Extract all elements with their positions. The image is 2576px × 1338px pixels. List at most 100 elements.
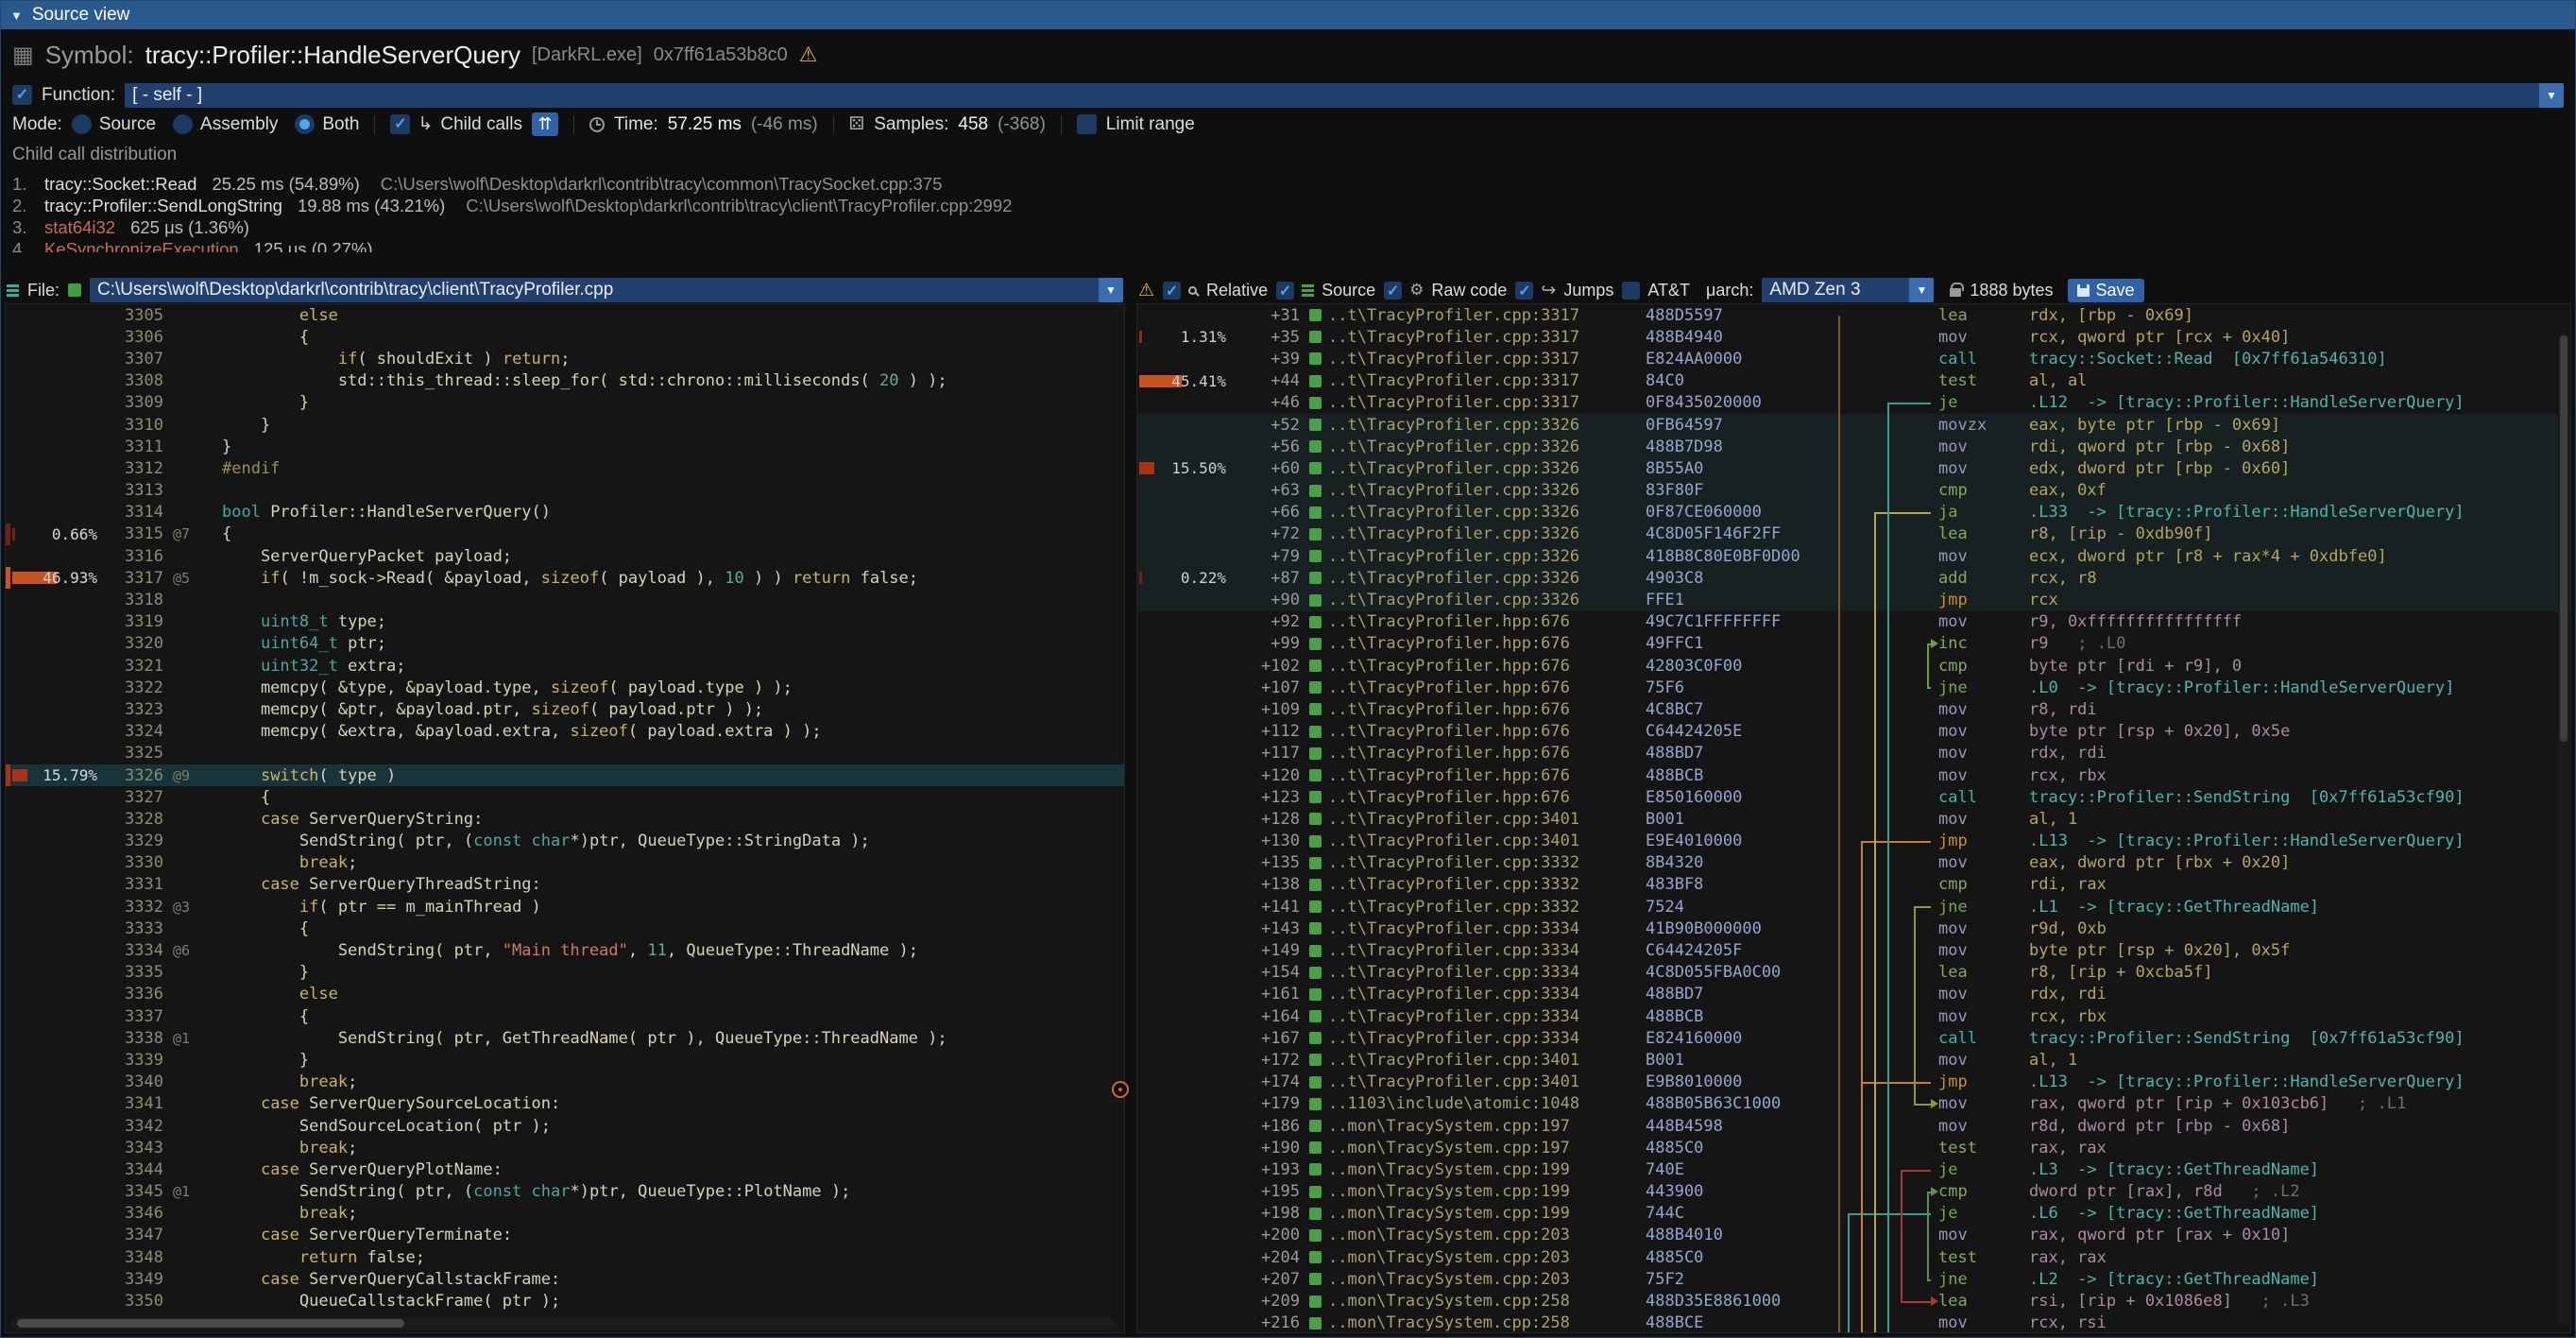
- source-line[interactable]: 3349 case ServerQueryCallstackFrame:: [6, 1268, 1124, 1290]
- source-line[interactable]: 3333 {: [6, 918, 1124, 939]
- file-combo[interactable]: C:\Users\wolf\Desktop\darkrl\contrib\tra…: [90, 278, 1123, 302]
- asm-row[interactable]: +141..t\TracyProfiler.cpp:33327524jne.L1…: [1137, 896, 2570, 918]
- asm-row[interactable]: +200..mon\TracySystem.cpp:203488B4010mov…: [1137, 1225, 2570, 1246]
- source-line[interactable]: 3329 SendString( ptr, (const char*)ptr, …: [6, 831, 1124, 852]
- function-checkbox[interactable]: [12, 85, 32, 105]
- asm-row[interactable]: +130..t\TracyProfiler.cpp:3401E9E4010000…: [1137, 831, 2570, 852]
- source-line[interactable]: 3319 uint8_t type;: [6, 611, 1124, 633]
- source-line[interactable]: 3323 memcpy( &ptr, &payload.ptr, sizeof(…: [6, 698, 1124, 720]
- child-call-item[interactable]: 4.KeSynchronizeExecution125 μs (0.27%): [12, 238, 2564, 252]
- asm-row[interactable]: +72..t\TracyProfiler.cpp:33264C8D05F146F…: [1137, 523, 2570, 545]
- asm-row[interactable]: +204..mon\TracySystem.cpp:2034885C0testr…: [1137, 1246, 2570, 1268]
- asm-row[interactable]: +112..t\TracyProfiler.hpp:676C64424205Em…: [1137, 721, 2570, 743]
- asm-row[interactable]: +164..t\TracyProfiler.cpp:3334488BCBmovr…: [1137, 1005, 2570, 1027]
- jumps-checkbox[interactable]: [1515, 282, 1533, 300]
- source-line[interactable]: 3325: [6, 743, 1124, 764]
- asm-row[interactable]: +117..t\TracyProfiler.hpp:676488BD7movrd…: [1137, 743, 2570, 764]
- scrollbar-thumb[interactable]: [2560, 335, 2567, 742]
- source-line[interactable]: 3313: [6, 480, 1124, 502]
- relative-checkbox[interactable]: [1163, 282, 1181, 300]
- source-line[interactable]: 3347 case ServerQueryTerminate:: [6, 1225, 1124, 1246]
- asm-row[interactable]: +107..t\TracyProfiler.hpp:67675F6jne.L0 …: [1137, 677, 2570, 698]
- source-line[interactable]: 3339 }: [6, 1049, 1124, 1071]
- asm-row[interactable]: +190..mon\TracySystem.cpp:1974885C0testr…: [1137, 1137, 2570, 1158]
- child-call-item[interactable]: 1.tracy::Socket::Read25.25 ms (54.89%)C:…: [12, 173, 2564, 195]
- source-line[interactable]: 3335 }: [6, 962, 1124, 984]
- asm-row[interactable]: +216..mon\TracySystem.cpp:258488BCEmovrc…: [1137, 1312, 2570, 1333]
- source-line[interactable]: 0.66%3315@7{: [6, 523, 1124, 545]
- asm-row[interactable]: +207..mon\TracySystem.cpp:20375F2jne.L2 …: [1137, 1268, 2570, 1290]
- asm-row[interactable]: +172..t\TracyProfiler.cpp:3401B001moval,…: [1137, 1049, 2570, 1071]
- source-line[interactable]: 3316 ServerQueryPacket payload;: [6, 545, 1124, 567]
- source-line[interactable]: 46.93%3317@5 if( !m_sock->Read( &payload…: [6, 567, 1124, 589]
- raw-code-toggle[interactable]: ⚙ Raw code: [1384, 281, 1507, 300]
- limit-range-checkbox[interactable]: [1077, 114, 1097, 134]
- asm-row[interactable]: +149..t\TracyProfiler.cpp:3334C64424205F…: [1137, 939, 2570, 961]
- relative-toggle[interactable]: Relative: [1163, 281, 1268, 300]
- asm-row[interactable]: +128..t\TracyProfiler.cpp:3401B001moval,…: [1137, 808, 2570, 830]
- source-code-view[interactable]: 3305 else3306 {3307 if( shouldExit ) ret…: [5, 303, 1125, 1333]
- mode-option-assembly[interactable]: Assembly: [173, 114, 278, 135]
- asm-row[interactable]: +66..t\TracyProfiler.cpp:33260F87CE06000…: [1137, 502, 2570, 523]
- asm-row[interactable]: +209..mon\TracySystem.cpp:258488D35E8861…: [1137, 1290, 2570, 1312]
- source-line[interactable]: 3344 case ServerQueryPlotName:: [6, 1158, 1124, 1180]
- window-titlebar[interactable]: ▼ Source view: [1, 1, 2575, 29]
- source-horizontal-scrollbar[interactable]: [11, 1317, 1115, 1329]
- source-line[interactable]: 3328 case ServerQueryString:: [6, 808, 1124, 830]
- save-button[interactable]: Save: [2068, 279, 2144, 302]
- source-line[interactable]: 3306 {: [6, 326, 1124, 348]
- function-combo[interactable]: [ - self - ] ▼: [125, 83, 2564, 108]
- collapse-icon[interactable]: ▼: [10, 9, 23, 23]
- asm-row[interactable]: +46..t\TracyProfiler.cpp:33170F843502000…: [1137, 392, 2570, 414]
- att-toggle[interactable]: AT&T: [1622, 281, 1690, 300]
- asm-row[interactable]: +193..mon\TracySystem.cpp:199740Eje.L3 -…: [1137, 1158, 2570, 1180]
- asm-row[interactable]: 0.22%+87..t\TracyProfiler.cpp:33264903C8…: [1137, 567, 2570, 589]
- source-line[interactable]: 3331 case ServerQueryThreadString:: [6, 874, 1124, 896]
- asm-row[interactable]: +123..t\TracyProfiler.hpp:676E850160000c…: [1137, 786, 2570, 808]
- source-line[interactable]: 3327 {: [6, 786, 1124, 808]
- asm-row[interactable]: +92..t\TracyProfiler.hpp:67649C7C1FFFFFF…: [1137, 611, 2570, 633]
- asm-row[interactable]: +143..t\TracyProfiler.cpp:333441B90B0000…: [1137, 918, 2570, 939]
- child-calls-toggle[interactable]: ↳ Child calls: [390, 113, 522, 135]
- child-call-item[interactable]: 3.stat64i32625 μs (1.36%): [12, 216, 2564, 238]
- asm-row[interactable]: +109..t\TracyProfiler.hpp:6764C8BC7movr8…: [1137, 698, 2570, 720]
- source-line[interactable]: 3345@1 SendString( ptr, (const char*)ptr…: [6, 1181, 1124, 1203]
- source-line[interactable]: 3308 std::this_thread::sleep_for( std::c…: [6, 370, 1124, 392]
- source-line[interactable]: 3311}: [6, 436, 1124, 457]
- source-line[interactable]: 3324 memcpy( &extra, &payload.extra, siz…: [6, 721, 1124, 743]
- asm-row[interactable]: +167..t\TracyProfiler.cpp:3334E824160000…: [1137, 1027, 2570, 1049]
- source-line[interactable]: 3330 break;: [6, 852, 1124, 874]
- asm-row[interactable]: +39..t\TracyProfiler.cpp:3317E824AA0000c…: [1137, 348, 2570, 369]
- asm-row[interactable]: 15.50%+60..t\TracyProfiler.cpp:33268B55A…: [1137, 457, 2570, 479]
- source-line[interactable]: 3314bool Profiler::HandleServerQuery(): [6, 502, 1124, 523]
- source-line[interactable]: 15.79%3326@9 switch( type ): [6, 764, 1124, 786]
- mode-option-both[interactable]: Both: [295, 114, 359, 135]
- mode-option-source[interactable]: Source: [72, 114, 156, 135]
- source-line[interactable]: 3343 break;: [6, 1137, 1124, 1158]
- asm-row[interactable]: +186..mon\TracySystem.cpp:197448B4598mov…: [1137, 1115, 2570, 1137]
- jumps-toggle[interactable]: ↪ Jumps: [1515, 280, 1613, 301]
- asm-row[interactable]: +154..t\TracyProfiler.cpp:33344C8D055FBA…: [1137, 962, 2570, 984]
- asm-row[interactable]: +102..t\TracyProfiler.hpp:67642803C0F00c…: [1137, 655, 2570, 677]
- source-line[interactable]: 3337 {: [6, 1005, 1124, 1027]
- asm-row[interactable]: +79..t\TracyProfiler.cpp:3326418B8C80E0B…: [1137, 545, 2570, 567]
- att-checkbox[interactable]: [1622, 282, 1640, 300]
- sample-parents-button[interactable]: ⇈: [532, 112, 558, 136]
- source-line[interactable]: 3350 QueueCallstackFrame( ptr );: [6, 1290, 1124, 1312]
- source-line[interactable]: 3322 memcpy( &type, &payload.type, sizeo…: [6, 677, 1124, 698]
- child-calls-checkbox[interactable]: [390, 114, 410, 134]
- source-line[interactable]: 3310 }: [6, 414, 1124, 436]
- asm-row[interactable]: 1.31%+35..t\TracyProfiler.cpp:3317488B49…: [1137, 326, 2570, 348]
- source-line[interactable]: 3312#endif: [6, 457, 1124, 479]
- uarch-combo[interactable]: AMD Zen 3 ▼: [1762, 278, 1934, 302]
- source-line[interactable]: 3348 return false;: [6, 1246, 1124, 1268]
- asm-row[interactable]: 45.41%+44..t\TracyProfiler.cpp:331784C0t…: [1137, 370, 2570, 392]
- source-line[interactable]: 3341 case ServerQuerySourceLocation:: [6, 1093, 1124, 1115]
- asm-row[interactable]: +90..t\TracyProfiler.cpp:3326FFE1jmprcx: [1137, 589, 2570, 610]
- source-line[interactable]: 3320 uint64_t ptr;: [6, 633, 1124, 655]
- asm-row[interactable]: +63..t\TracyProfiler.cpp:332683F80Fcmpea…: [1137, 480, 2570, 502]
- source-line[interactable]: 3309 }: [6, 392, 1124, 414]
- asm-row[interactable]: +120..t\TracyProfiler.hpp:676488BCBmovrc…: [1137, 764, 2570, 786]
- child-call-item[interactable]: 2.tracy::Profiler::SendLongString19.88 m…: [12, 195, 2564, 216]
- assembly-view[interactable]: +31..t\TracyProfiler.cpp:3317488D5597lea…: [1136, 303, 2571, 1333]
